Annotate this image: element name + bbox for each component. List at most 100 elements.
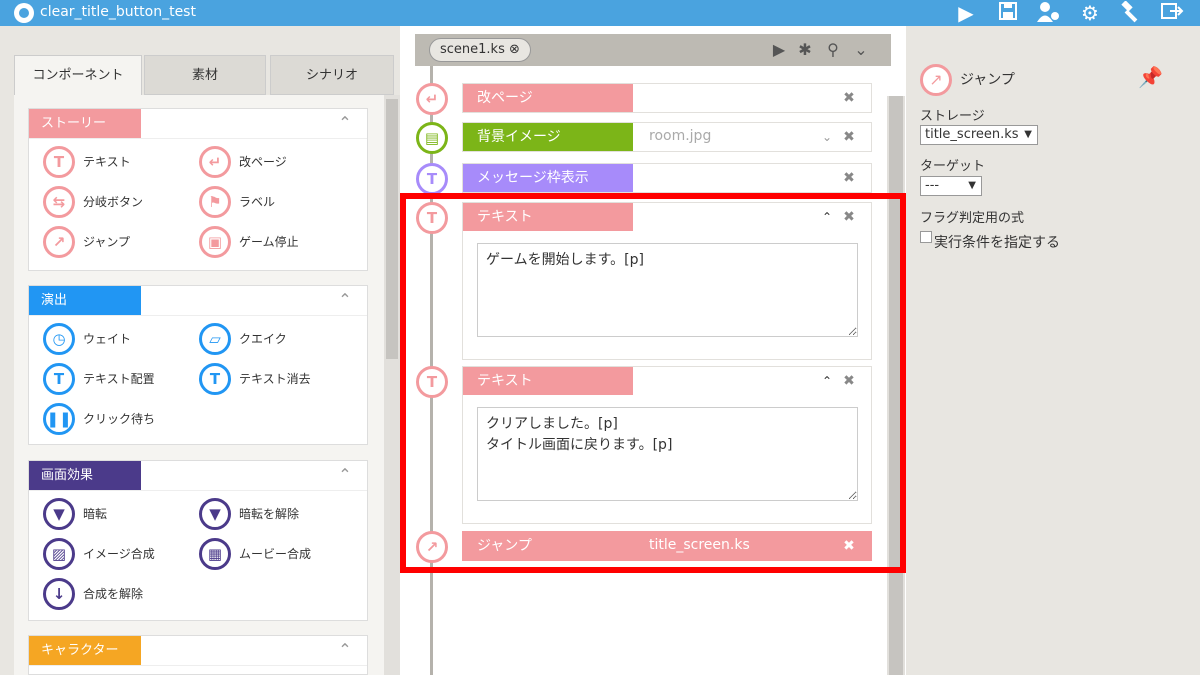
category-screen-effects: 画面効果 ⌃ ▼ 暗転 ▼ 暗転を解除 ▨ イメージ合成 ▦ ムービー合成 ↓ 合成を解除 xyxy=(28,460,368,621)
chevron-down-icon[interactable]: ⌄ xyxy=(849,38,873,62)
chevron-up-icon[interactable]: ⌃ xyxy=(337,292,353,308)
component-label: ラベル xyxy=(239,195,276,209)
component-label: 分岐ボタン xyxy=(83,195,144,209)
component-label: ジャンプ xyxy=(83,235,131,249)
category-header[interactable]: 画面効果 ⌃ xyxy=(29,461,367,491)
hammer-icon[interactable] xyxy=(1116,0,1144,25)
target-value: --- xyxy=(925,178,940,193)
compose-clear-icon: ↓ xyxy=(43,578,75,610)
tab-components[interactable]: コンポーネント xyxy=(14,55,142,95)
background-image-icon: ▤ xyxy=(416,122,448,154)
component-label: クエイク xyxy=(239,332,287,346)
condition-checkbox[interactable] xyxy=(920,231,932,243)
project-title: clear_title_button_test xyxy=(40,4,196,20)
text-input[interactable] xyxy=(477,407,858,501)
close-circle-icon[interactable]: ⊗ xyxy=(509,42,520,57)
text-input[interactable] xyxy=(477,243,858,337)
scenario-row[interactable]: 改ページ ✖ xyxy=(462,83,872,113)
scenario-row-text: テキスト ⌃ ✖ xyxy=(462,366,872,524)
chevron-up-icon[interactable]: ⌃ xyxy=(337,115,353,131)
pin-icon[interactable]: 📌 xyxy=(1138,65,1163,89)
text-icon: T xyxy=(43,146,75,178)
close-icon[interactable]: ✖ xyxy=(841,169,857,187)
save-icon[interactable] xyxy=(994,1,1022,25)
scene-tab[interactable]: scene1.ks ⊗ xyxy=(429,38,531,62)
return-arrow-icon: ↵ xyxy=(416,83,448,115)
row-label: ジャンプ xyxy=(463,532,633,560)
category-character: キャラクター ⌃ xyxy=(28,635,368,675)
component-label: テキスト消去 xyxy=(239,372,311,386)
chevron-up-icon[interactable]: ⌃ xyxy=(819,208,835,226)
left-scrollbar[interactable] xyxy=(384,95,400,675)
pause-icon: ❚❚ xyxy=(43,403,75,435)
category-header[interactable]: キャラクター ⌃ xyxy=(29,636,367,666)
category-label: キャラクター xyxy=(29,636,141,665)
text-icon: T xyxy=(416,202,448,234)
tab-assets[interactable]: 素材 xyxy=(144,55,266,95)
search-icon[interactable]: ⚲ xyxy=(821,38,845,62)
text-position-icon: T xyxy=(43,363,75,395)
app-logo-icon xyxy=(14,3,34,23)
chevron-down-icon[interactable]: ⌄ xyxy=(819,128,835,146)
storage-value: title_screen.ks xyxy=(925,127,1019,142)
close-icon[interactable]: ✖ xyxy=(841,89,857,107)
component-label: 改ページ xyxy=(239,155,287,169)
component-label: テキスト xyxy=(83,155,131,169)
component-label: 合成を解除 xyxy=(83,587,144,601)
category-label: ストーリー xyxy=(29,109,141,138)
center-scrollbar[interactable] xyxy=(887,96,905,675)
quake-icon: ▱ xyxy=(199,323,231,355)
scenario-row[interactable]: 背景イメージ room.jpg ⌄ ✖ xyxy=(462,122,872,152)
bug-icon[interactable]: ✱ xyxy=(793,38,817,62)
close-icon[interactable]: ✖ xyxy=(841,372,857,390)
message-window-icon: T xyxy=(416,163,448,195)
chevron-up-icon[interactable]: ⌃ xyxy=(337,467,353,483)
scene-toolbar: scene1.ks ⊗ ▶ ✱ ⚲ ⌄ xyxy=(415,34,891,66)
text-clear-icon: T xyxy=(199,363,231,395)
chevron-up-icon[interactable]: ⌃ xyxy=(819,372,835,390)
component-label: クリック待ち xyxy=(83,412,156,426)
component-label: 暗転 xyxy=(83,507,108,521)
target-select[interactable]: --- ▼ xyxy=(920,176,982,196)
return-arrow-icon: ↵ xyxy=(199,146,231,178)
panel-tabs: コンポーネント 素材 シナリオ xyxy=(14,55,400,95)
category-label: 画面効果 xyxy=(29,461,141,490)
flag-icon: ⚑ xyxy=(199,186,231,218)
component-label: イメージ合成 xyxy=(83,547,155,561)
dropdown-arrow-icon: ▼ xyxy=(968,180,976,191)
user-settings-icon[interactable] xyxy=(1034,1,1062,25)
dropdown-arrow-icon: ▼ xyxy=(1024,129,1032,140)
tab-scenario[interactable]: シナリオ xyxy=(270,55,394,95)
film-icon: ▦ xyxy=(199,538,231,570)
close-icon[interactable]: ✖ xyxy=(841,537,857,555)
scenario-row-text: テキスト ⌃ ✖ xyxy=(462,202,872,360)
gear-icon[interactable]: ⚙ xyxy=(1076,1,1104,25)
property-panel: ↗ ジャンプ 📌 ストレージ title_screen.ks ▼ ターゲット --… xyxy=(906,55,1200,675)
close-icon[interactable]: ✖ xyxy=(841,128,857,146)
scenario-row[interactable]: メッセージ枠表示 ✖ xyxy=(462,163,872,193)
close-icon[interactable]: ✖ xyxy=(841,208,857,226)
fade-in-icon: ▼ xyxy=(199,498,231,530)
left-scroll-thumb[interactable] xyxy=(386,99,398,359)
stop-window-icon: ▣ xyxy=(199,226,231,258)
center-scroll-thumb[interactable] xyxy=(889,96,903,675)
category-header[interactable]: ストーリー ⌃ xyxy=(29,109,367,139)
storage-select[interactable]: title_screen.ks ▼ xyxy=(920,125,1038,145)
chevron-up-icon[interactable]: ⌃ xyxy=(337,642,353,658)
image-icon: ▨ xyxy=(43,538,75,570)
row-value: title_screen.ks xyxy=(649,537,750,553)
play-icon[interactable]: ▶ xyxy=(767,38,791,62)
component-list: ストーリー ⌃ T テキスト ↵ 改ページ ⇆ 分岐ボタン ⚑ ラベル ↗ ジャンプ ▣ ゲ… xyxy=(14,95,400,675)
text-icon: T xyxy=(416,366,448,398)
category-label: 演出 xyxy=(29,286,141,315)
play-icon[interactable]: ▶ xyxy=(952,1,980,25)
clock-icon: ◷ xyxy=(43,323,75,355)
scenario-row-selected[interactable]: ジャンプ title_screen.ks ✖ xyxy=(462,531,872,561)
category-header[interactable]: 演出 ⌃ xyxy=(29,286,367,316)
jump-icon: ↗ xyxy=(43,226,75,258)
export-icon[interactable] xyxy=(1158,1,1186,25)
component-label: テキスト配置 xyxy=(83,372,155,386)
row-label: 背景イメージ xyxy=(463,123,633,151)
row-label: テキスト xyxy=(463,367,633,395)
component-label: 暗転を解除 xyxy=(239,507,300,521)
